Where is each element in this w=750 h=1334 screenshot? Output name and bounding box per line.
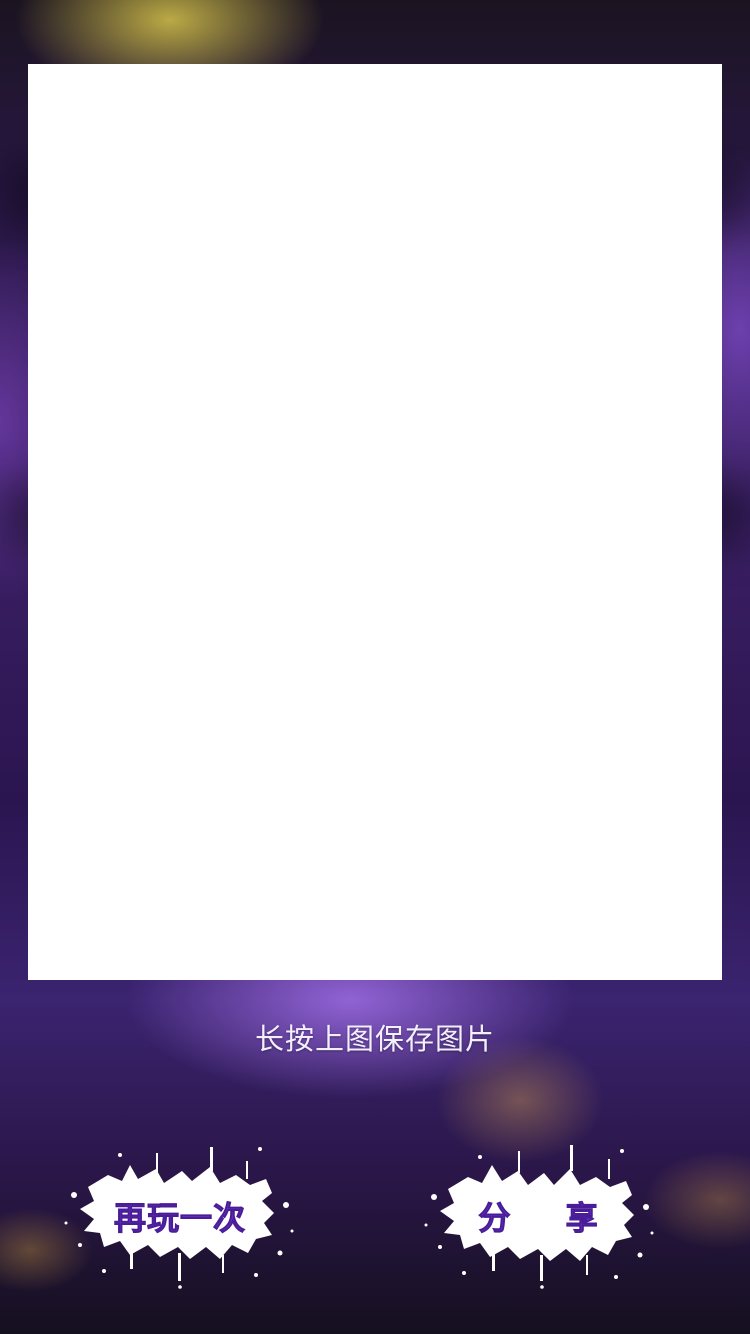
result-screen: 长按上图保存图片 再玩一次 分 享: [0, 0, 750, 1334]
play-again-label: 再玩一次: [113, 1199, 246, 1238]
save-hint-text: 长按上图保存图片: [254, 1022, 495, 1056]
share-button[interactable]: 分 享: [418, 1135, 658, 1295]
play-again-button[interactable]: 再玩一次: [60, 1135, 300, 1295]
generated-poster-image[interactable]: [28, 64, 722, 980]
share-label: 分 享: [478, 1199, 620, 1238]
